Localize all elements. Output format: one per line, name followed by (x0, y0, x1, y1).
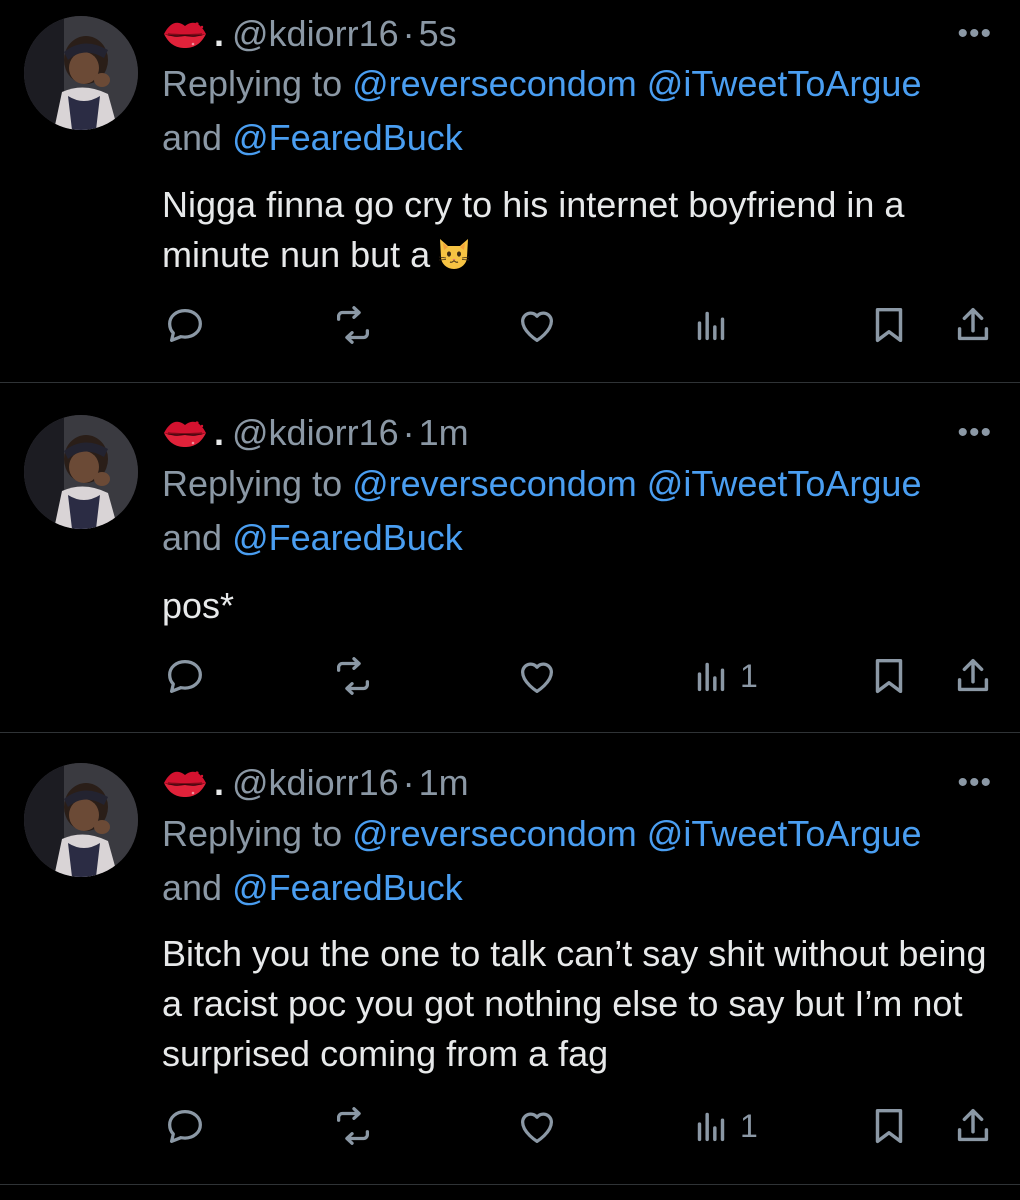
tweet[interactable]: . @kdiorr16 · 5s ••• Replying to @reverseco… (0, 0, 1020, 383)
mention-link[interactable]: @iTweetToArgue (647, 463, 922, 504)
more-icon[interactable]: ••• (957, 14, 992, 54)
display-name[interactable]: . (214, 13, 224, 54)
action-bar (162, 302, 996, 348)
bookmark-icon (866, 1103, 912, 1149)
reply-button[interactable] (162, 653, 208, 699)
retweet-icon (330, 1103, 376, 1149)
like-icon (514, 302, 560, 348)
lips-kiss-icon (162, 417, 208, 449)
more-icon[interactable]: ••• (957, 413, 992, 453)
mention-link[interactable]: @reversecondom (352, 813, 637, 854)
like-button[interactable] (514, 653, 560, 699)
like-button[interactable] (514, 1103, 560, 1149)
timestamp[interactable]: 1m (419, 412, 469, 453)
username[interactable]: @kdiorr16 (232, 762, 399, 803)
replying-to-label: Replying to (162, 63, 353, 104)
bookmark-button[interactable] (866, 302, 912, 348)
bookmark-button[interactable] (866, 1103, 912, 1149)
tweet-text-content: Nigga finna go cry to his internet boyfr… (162, 184, 905, 275)
avatar[interactable] (24, 16, 138, 130)
timestamp[interactable]: 1m (419, 762, 469, 803)
reply-button[interactable] (162, 302, 208, 348)
replying-to-label: Replying to (162, 463, 353, 504)
avatar[interactable] (24, 415, 138, 529)
separator: · (402, 13, 415, 54)
and-label: and (162, 867, 233, 908)
tweet[interactable]: . @kdiorr16 · 1m ••• Replying to @reverseco… (0, 383, 1020, 733)
tweet-header: . @kdiorr16 · 1m ••• (162, 413, 1020, 453)
tweet-header: . @kdiorr16 · 5s ••• (162, 14, 1020, 54)
share-icon (950, 302, 996, 348)
username[interactable]: @kdiorr16 (232, 13, 399, 54)
views-count: 1 (740, 1107, 758, 1144)
tweet-header: . @kdiorr16 · 1m ••• (162, 763, 1020, 803)
separator: · (402, 762, 415, 803)
avatar[interactable] (24, 763, 138, 877)
like-icon (514, 653, 560, 699)
cat-face-icon (434, 233, 474, 273)
tweet-text-content: Bitch you the one to talk can’t say shit… (162, 933, 987, 1074)
lips-kiss-icon (162, 18, 208, 50)
views-icon (688, 653, 734, 699)
separator: · (402, 412, 415, 453)
views-count: 1 (740, 657, 758, 694)
more-icon[interactable]: ••• (957, 763, 992, 803)
bookmark-icon (866, 653, 912, 699)
retweet-button[interactable] (330, 653, 376, 699)
and-label: and (162, 517, 233, 558)
mention-link[interactable]: @FearedBuck (232, 867, 463, 908)
views-button[interactable]: 1 (688, 1103, 758, 1149)
tweet-text-content: pos* (162, 585, 235, 626)
reply-icon (162, 1103, 208, 1149)
bookmark-icon (866, 302, 912, 348)
tweet[interactable]: . @kdiorr16 · 1m ••• Replying to @reverseco… (0, 733, 1020, 1185)
action-bar: 1 (162, 1103, 996, 1149)
display-name[interactable]: . (214, 762, 224, 803)
tweet-text: Nigga finna go cry to his internet boyfr… (162, 180, 992, 280)
share-button[interactable] (950, 653, 996, 699)
reply-icon (162, 302, 208, 348)
reply-icon (162, 653, 208, 699)
like-button[interactable] (514, 302, 560, 348)
share-button[interactable] (950, 302, 996, 348)
views-icon (688, 302, 734, 348)
views-icon (688, 1103, 734, 1149)
retweet-button[interactable] (330, 1103, 376, 1149)
like-icon (514, 1103, 560, 1149)
share-button[interactable] (950, 1103, 996, 1149)
bookmark-button[interactable] (866, 653, 912, 699)
retweet-icon (330, 653, 376, 699)
share-icon (950, 653, 996, 699)
replying-to-label: Replying to (162, 813, 353, 854)
display-name[interactable]: . (214, 412, 224, 453)
replying-to: Replying to @reversecondom @iTweetToArgu… (162, 807, 992, 915)
tweet-text: pos* (162, 581, 992, 631)
action-bar: 1 (162, 653, 996, 699)
mention-link[interactable]: @iTweetToArgue (647, 813, 922, 854)
mention-link[interactable]: @iTweetToArgue (647, 63, 922, 104)
retweet-icon (330, 302, 376, 348)
views-button[interactable]: 1 (688, 653, 758, 699)
mention-link[interactable]: @reversecondom (352, 63, 637, 104)
username[interactable]: @kdiorr16 (232, 412, 399, 453)
mention-link[interactable]: @FearedBuck (232, 517, 463, 558)
mention-link[interactable]: @reversecondom (352, 463, 637, 504)
replying-to: Replying to @reversecondom @iTweetToArgu… (162, 457, 992, 565)
reply-button[interactable] (162, 1103, 208, 1149)
replying-to: Replying to @reversecondom @iTweetToArgu… (162, 57, 992, 165)
mention-link[interactable]: @FearedBuck (232, 117, 463, 158)
timestamp[interactable]: 5s (419, 13, 457, 54)
lips-kiss-icon (162, 767, 208, 799)
views-button[interactable] (688, 302, 740, 348)
tweet-text: Bitch you the one to talk can’t say shit… (162, 929, 992, 1079)
retweet-button[interactable] (330, 302, 376, 348)
and-label: and (162, 117, 233, 158)
share-icon (950, 1103, 996, 1149)
